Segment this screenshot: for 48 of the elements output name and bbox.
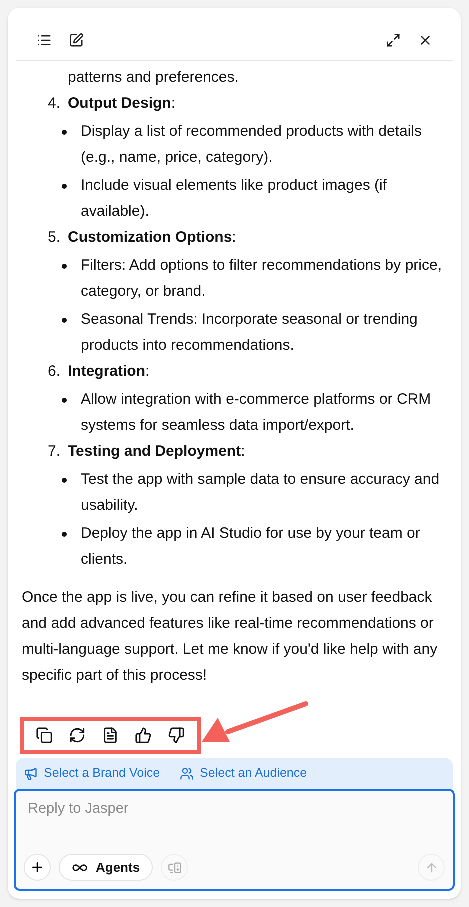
users-icon [180, 766, 194, 781]
device-icon [168, 860, 182, 874]
bullet-icon [62, 130, 67, 135]
arrow-up-icon [424, 860, 438, 874]
copy-icon [36, 727, 53, 744]
bullet-text: Allow integration with e-commerce platforms or CRM systems for seamless data import/export. [81, 390, 432, 436]
bullet-text: Test the app with sample data to ensure accuracy and usability. [81, 470, 441, 516]
refresh-button[interactable] [69, 727, 86, 744]
list-number: 4. [48, 94, 62, 114]
step-title: Testing and Deployment: [68, 442, 246, 462]
brand-voice-button[interactable]: Select a Brand Voice [24, 764, 160, 783]
list-number: 5. [48, 228, 62, 248]
thumbs-down-icon [168, 727, 185, 744]
bullet-text: Seasonal Trends: Incorporate seasonal or trending products into recommendations. [81, 310, 419, 356]
bullet-icon [62, 264, 67, 269]
audience-button[interactable]: Select an Audience [180, 764, 308, 783]
bullet-icon [62, 184, 67, 189]
thumbs-up-icon [135, 727, 152, 744]
bullet-icon [62, 398, 67, 403]
refresh-icon [69, 727, 86, 744]
add-button[interactable] [24, 854, 51, 881]
step-title: Output Design: [68, 94, 176, 114]
document-icon [102, 727, 119, 744]
step-title: Customization Options: [68, 228, 236, 248]
megaphone-icon [24, 766, 38, 781]
copy-button[interactable] [36, 727, 53, 744]
paragraph-text: patterns and preferences. [67, 68, 240, 88]
list-icon [36, 32, 52, 48]
list-number: 7. [48, 442, 62, 462]
step-title: Integration: [68, 362, 150, 382]
bullet-text: Filters: Add options to filter recommendations by price, category, or brand. [81, 256, 443, 302]
bullet-text: Display a list of recommended products with details (e.g., name, price, category). [81, 122, 423, 168]
reply-input[interactable]: Reply to Jasper [24, 799, 445, 821]
thumbs-up-button[interactable] [135, 727, 152, 744]
reply-box[interactable]: Reply to Jasper Agents [14, 789, 455, 891]
agents-button[interactable]: Agents [59, 854, 154, 881]
paragraph-text: Once the app is live, you can refine it based on user feedback and add advanced features like real-time recommendations or multi-language support. Let me know if you'd like help with any specific part of this process! [22, 588, 439, 686]
bullet-icon [62, 532, 67, 537]
thumbs-down-button[interactable] [168, 727, 185, 744]
expand-icon [386, 32, 400, 48]
plus-icon [30, 860, 45, 875]
edit-icon [68, 32, 84, 48]
bullet-icon [62, 318, 67, 323]
bullet-text: Deploy the app in AI Studio for use by your team or clients. [81, 524, 422, 570]
list-number: 6. [48, 362, 62, 382]
bullet-icon [62, 478, 67, 483]
document-button[interactable] [102, 727, 119, 744]
bullet-text: Include visual elements like product images (if available). [81, 176, 388, 222]
